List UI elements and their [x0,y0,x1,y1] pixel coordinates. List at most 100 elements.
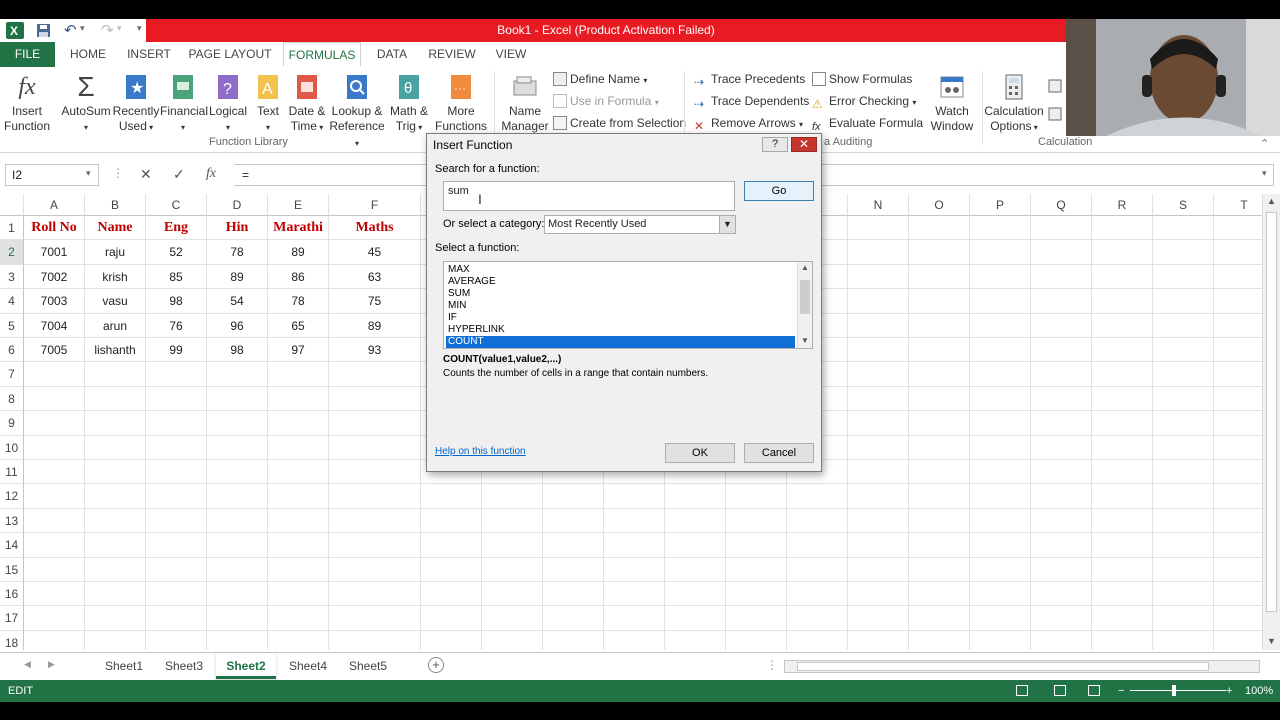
cell-n17[interactable] [848,606,909,631]
search-input[interactable]: sum [443,181,735,211]
row-header-2[interactable]: 2 [0,240,24,265]
expand-formula-bar-icon[interactable]: ▾ [1262,168,1267,179]
row-header-4[interactable]: 4 [0,289,24,314]
column-header-q[interactable]: Q [1031,194,1092,216]
cell-o15[interactable] [909,557,970,582]
recently-used-button[interactable]: ★ Recently Used ▾ [112,71,160,135]
save-icon[interactable] [36,23,51,38]
cell-f14[interactable] [329,533,421,558]
cell-n8[interactable] [848,386,909,412]
cell-g13[interactable] [421,508,482,534]
column-header-e[interactable]: E [268,194,329,216]
row-header-10[interactable]: 10 [0,435,24,460]
row-header-7[interactable]: 7 [0,362,24,387]
select-all-corner[interactable] [0,194,24,216]
next-sheet-icon[interactable]: ▶ [48,659,55,670]
cell-m16[interactable] [787,582,848,607]
cell-j14[interactable] [604,533,665,558]
column-header-b[interactable]: B [85,194,146,216]
prev-sheet-icon[interactable]: ◀ [24,659,31,670]
list-item[interactable]: IF [446,312,795,324]
create-from-selection-button[interactable]: Create from Selection [553,115,686,131]
cell-c7[interactable] [146,362,207,387]
math-trig-button[interactable]: θ Math & Trig ▾ [386,71,432,135]
cell-e1[interactable]: Marathi [268,216,329,241]
cell-j15[interactable] [604,557,665,582]
cell-b3[interactable]: krish [85,264,146,290]
cell-r12[interactable] [1092,484,1153,509]
cell-r9[interactable] [1092,411,1153,436]
zoom-slider[interactable] [1130,690,1226,691]
cell-n9[interactable] [848,411,909,436]
cell-t15[interactable] [1214,558,1262,582]
zoom-in-icon[interactable]: + [1226,680,1232,702]
horizontal-scrollbar[interactable] [784,660,1260,673]
insert-function-button[interactable]: fx Insert Function [2,71,52,134]
tab-splitter-icon[interactable]: ⋮ [766,658,778,672]
calculation-options-button[interactable]: Calculation Options ▾ [984,71,1044,135]
row-header-12[interactable]: 12 [0,484,24,509]
financial-button[interactable]: Financial ▾ [160,71,208,135]
cell-b1[interactable]: Name [85,216,146,241]
autosum-button[interactable]: Σ AutoSum ▾ [60,71,112,135]
cell-d16[interactable] [207,582,268,607]
cell-b10[interactable] [85,435,146,460]
cell-h16[interactable] [482,582,543,607]
cell-d13[interactable] [207,508,268,534]
cell-a5[interactable]: 7004 [24,313,85,338]
cell-c4[interactable]: 98 [146,289,207,314]
cell-h14[interactable] [482,533,543,558]
name-box[interactable]: I2 [5,164,99,186]
show-formulas-button[interactable]: Show Formulas [812,71,912,87]
page-layout-view-icon[interactable] [1054,685,1066,696]
row-header-11[interactable]: 11 [0,460,24,485]
add-sheet-icon[interactable]: + [428,657,444,673]
cell-o5[interactable] [909,313,970,338]
cell-b5[interactable]: arun [85,313,146,338]
column-header-a[interactable]: A [24,194,85,216]
cell-c1[interactable]: Eng [146,216,207,241]
row-header-18[interactable]: 18 [0,630,24,650]
cell-p2[interactable] [970,240,1031,265]
cell-a6[interactable]: 7005 [24,338,85,363]
cell-b18[interactable] [85,630,146,650]
redo-icon[interactable]: ↷ [101,21,114,39]
cell-t2[interactable] [1214,240,1262,265]
cell-f8[interactable] [329,386,421,412]
cell-c9[interactable] [146,411,207,436]
cell-o13[interactable] [909,508,970,534]
cell-l13[interactable] [726,508,787,534]
cell-n18[interactable] [848,630,909,650]
cell-t7[interactable] [1214,362,1262,387]
watch-window-button[interactable]: Watch Window [926,71,978,134]
cell-c17[interactable] [146,606,207,631]
cell-p10[interactable] [970,435,1031,460]
tab-home[interactable]: HOME [66,42,110,67]
cell-a18[interactable] [24,630,85,650]
cell-n11[interactable] [848,460,909,485]
cell-b4[interactable]: vasu [85,289,146,314]
cell-e9[interactable] [268,411,329,436]
cell-b13[interactable] [85,508,146,534]
cell-a16[interactable] [24,582,85,607]
cell-q1[interactable] [1031,216,1092,241]
cell-p3[interactable] [970,264,1031,290]
cell-t17[interactable] [1214,606,1262,631]
cell-e11[interactable] [268,460,329,485]
define-name-button[interactable]: Define Name ▾ [553,71,647,89]
cell-b17[interactable] [85,606,146,631]
cell-g17[interactable] [421,606,482,631]
cell-r15[interactable] [1092,557,1153,582]
cell-o4[interactable] [909,289,970,314]
cell-d5[interactable]: 96 [207,313,268,338]
cell-s17[interactable] [1153,606,1214,631]
cell-n3[interactable] [848,264,909,290]
cell-d18[interactable] [207,630,268,650]
row-header-5[interactable]: 5 [0,313,24,338]
cell-t5[interactable] [1214,314,1262,338]
cell-d4[interactable]: 54 [207,289,268,314]
cell-b11[interactable] [85,460,146,485]
lookup-reference-button[interactable]: Lookup & Reference ▾ [328,71,386,151]
cell-b16[interactable] [85,582,146,607]
cell-p15[interactable] [970,557,1031,582]
